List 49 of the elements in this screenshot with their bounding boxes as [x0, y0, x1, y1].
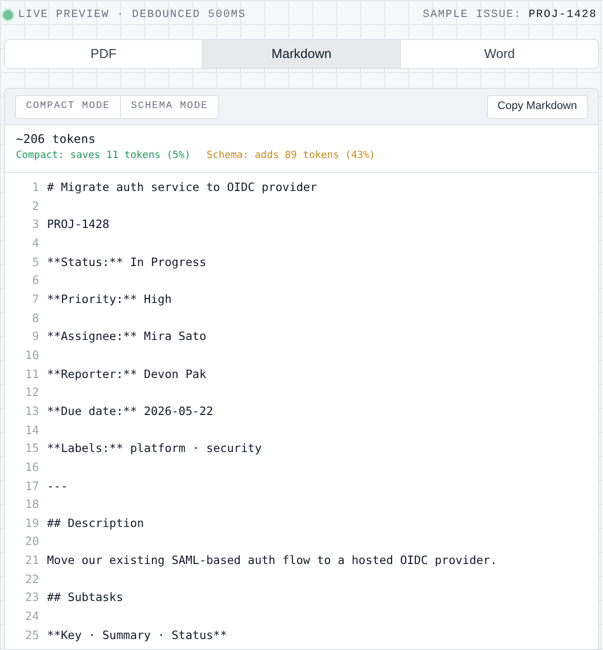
line-number: 7 — [31, 290, 40, 308]
mode-toggle[interactable]: SCHEMA MODE — [120, 96, 218, 118]
code-line: Move our existing SAML-based auth flow to a hosted OIDC provider. — [47, 552, 498, 570]
line-number: 20 — [24, 533, 40, 550]
code-line: ## Description — [47, 514, 144, 532]
line-number: 1 — [31, 179, 40, 196]
code-line: # Migrate auth service to OIDC provider — [47, 179, 318, 196]
code-line: **Labels:** platform · security — [47, 440, 262, 458]
line-number: 3 — [31, 216, 40, 234]
line-number: 12 — [24, 384, 40, 402]
line-number: 22 — [24, 570, 40, 588]
code-line: **Priority:** High — [47, 290, 172, 308]
line-number: 24 — [24, 608, 40, 626]
token-count: ~206 tokens — [16, 131, 96, 148]
format-tab[interactable]: Word — [400, 40, 598, 68]
line-number: 17 — [24, 478, 40, 494]
line-number: 8 — [31, 310, 40, 327]
line-number: 9 — [31, 328, 40, 346]
code-line: PROJ-1428 — [47, 216, 110, 234]
preview-status: LIVE PREVIEW · DEBOUNCED 500MS — [18, 8, 246, 23]
code-line: **Status:** In Progress — [47, 254, 206, 271]
compact-savings: Compact: saves 11 tokens (5%) — [16, 149, 191, 163]
line-number: 16 — [24, 458, 40, 476]
line-number: 18 — [24, 496, 40, 514]
line-number: 23 — [24, 589, 40, 606]
line-number: 6 — [31, 272, 40, 290]
copy-markdown-button[interactable]: Copy Markdown — [486, 94, 588, 118]
line-number: 11 — [24, 366, 40, 383]
code-line: **Due date:** 2026-05-22 — [47, 402, 214, 420]
code-line: ## Subtasks — [47, 589, 124, 606]
issue-key: PROJ-1428 — [528, 6, 597, 24]
code-line: **Key · Summary · Status** — [47, 626, 228, 644]
sample-issue-label: SAMPLE ISSUE: — [422, 8, 522, 23]
line-number: 21 — [24, 552, 40, 570]
line-number: 15 — [24, 440, 40, 458]
code-line: **Assignee:** Mira Sato — [47, 328, 206, 346]
line-number: 10 — [24, 346, 40, 364]
mode-toggle[interactable]: COMPACT MODE — [16, 96, 120, 118]
line-number: 25 — [24, 626, 40, 644]
code-line: **Reporter:** Devon Pak — [47, 366, 206, 383]
line-number: 14 — [24, 422, 40, 439]
format-tab[interactable]: Markdown — [202, 40, 400, 68]
line-number: 19 — [24, 514, 40, 532]
line-number: 2 — [31, 198, 40, 215]
code-line: --- — [47, 478, 68, 494]
line-number: 5 — [31, 254, 40, 271]
schema-cost: Schema: adds 89 tokens (43%) — [206, 149, 376, 163]
line-number: 4 — [31, 234, 40, 252]
line-number: 13 — [24, 402, 40, 420]
